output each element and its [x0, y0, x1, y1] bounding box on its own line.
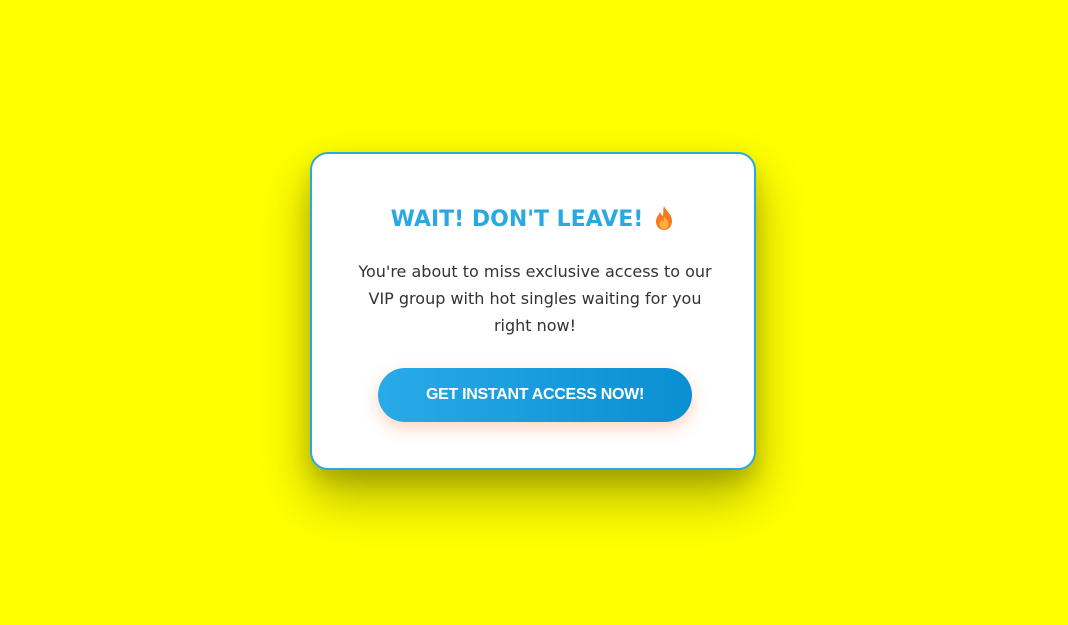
modal-title: WAIT! DON'T LEAVE!: [390, 206, 644, 232]
modal-title-row: WAIT! DON'T LEAVE!: [312, 206, 754, 232]
modal-message: You're about to miss exclusive access to…: [358, 262, 712, 335]
exit-intent-modal: WAIT! DON'T LEAVE! You're about to miss …: [310, 152, 756, 470]
page-background: WAIT! DON'T LEAVE! You're about to miss …: [0, 0, 1068, 625]
get-instant-access-button[interactable]: GET INSTANT ACCESS NOW!: [378, 368, 692, 422]
fire-icon: [653, 205, 675, 231]
